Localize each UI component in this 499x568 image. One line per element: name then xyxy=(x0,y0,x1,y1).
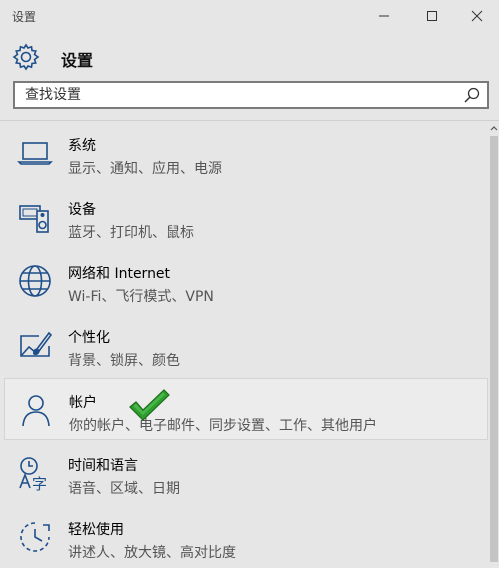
divider xyxy=(0,120,499,121)
search-icon[interactable] xyxy=(463,86,481,104)
ease-of-access-icon xyxy=(20,522,50,552)
svg-text:字: 字 xyxy=(32,475,47,491)
category-description: 背景、锁屏、颜色 xyxy=(68,353,180,369)
category-name: 网络和 Internet xyxy=(68,266,171,282)
laptop-icon xyxy=(17,142,53,165)
close-button[interactable] xyxy=(455,0,499,32)
scroll-up-button[interactable] xyxy=(489,122,499,134)
chevron-up-icon xyxy=(490,126,498,131)
category-name: 轻松使用 xyxy=(68,522,124,538)
minimize-button[interactable] xyxy=(362,0,406,32)
category-name: 时间和语言 xyxy=(68,458,138,474)
search-box[interactable] xyxy=(13,81,489,109)
window-title: 设置 xyxy=(12,10,37,24)
scrollbar[interactable] xyxy=(489,122,499,562)
globe-icon xyxy=(19,265,51,297)
app-header: 设置 xyxy=(0,40,499,74)
checkmark-icon xyxy=(129,389,170,421)
maximize-button[interactable] xyxy=(410,0,454,32)
page-title: 设置 xyxy=(61,51,94,70)
category-ease-of-access[interactable]: 轻松使用 讲述人、放大镜、高对比度 xyxy=(4,506,488,568)
time-language-icon: 字 xyxy=(19,457,47,491)
category-time-language[interactable]: 字 时间和语言 语音、区域、日期 xyxy=(4,442,488,504)
category-description: 显示、通知、应用、电源 xyxy=(68,161,222,177)
category-description: 语音、区域、日期 xyxy=(68,481,180,497)
devices-icon xyxy=(19,205,49,233)
person-icon xyxy=(22,395,50,427)
category-personalization[interactable]: 个性化 背景、锁屏、颜色 xyxy=(4,314,488,376)
category-network[interactable]: 网络和 Internet Wi-Fi、飞行模式、VPN xyxy=(4,250,488,312)
close-icon xyxy=(471,10,483,22)
scrollbar-thumb[interactable] xyxy=(490,136,498,562)
category-devices[interactable]: 设备 蓝牙、打印机、鼠标 xyxy=(4,186,488,248)
minimize-icon xyxy=(379,15,389,17)
category-name: 帐户 xyxy=(69,395,97,411)
category-description: 你的帐户、电子邮件、同步设置、工作、其他用户 xyxy=(69,418,377,434)
category-system[interactable]: 系统 显示、通知、应用、电源 xyxy=(4,122,488,184)
search-input[interactable] xyxy=(15,83,465,107)
category-name: 设备 xyxy=(68,202,96,218)
personalization-icon xyxy=(20,331,53,357)
category-name: 个性化 xyxy=(68,330,110,346)
title-bar: 设置 xyxy=(0,0,499,32)
category-name: 系统 xyxy=(68,138,96,154)
category-description: 蓝牙、打印机、鼠标 xyxy=(68,225,194,241)
category-description: 讲述人、放大镜、高对比度 xyxy=(68,545,236,561)
category-description: Wi-Fi、飞行模式、VPN xyxy=(68,289,214,305)
gear-icon xyxy=(12,43,40,71)
maximize-icon xyxy=(427,11,437,21)
category-accounts[interactable]: 帐户 你的帐户、电子邮件、同步设置、工作、其他用户 xyxy=(4,378,488,440)
